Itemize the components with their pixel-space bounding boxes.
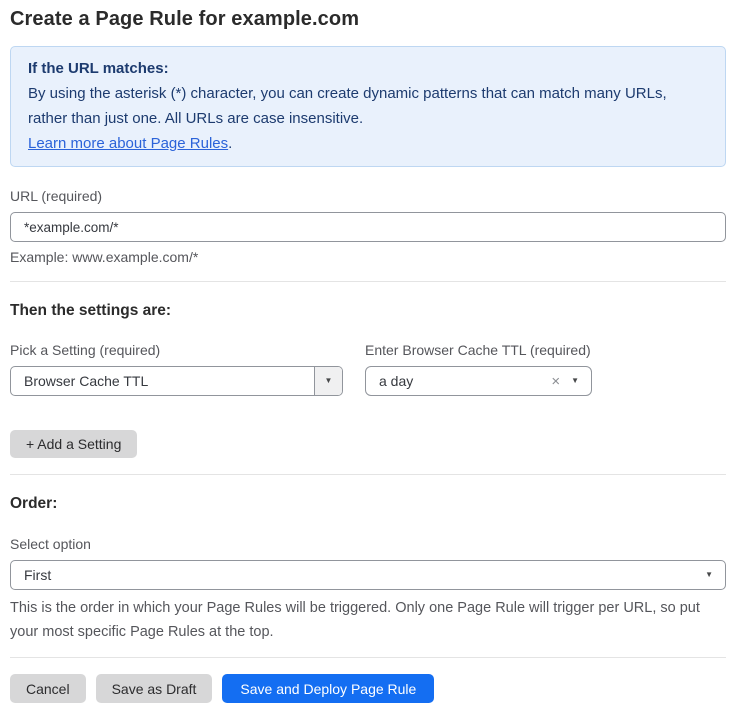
clear-icon[interactable]: × [551,374,571,389]
ttl-picker-column: Enter Browser Cache TTL (required) a day… [365,342,592,396]
learn-more-link[interactable]: Learn more about Page Rules [28,135,228,152]
ttl-picker-label: Enter Browser Cache TTL (required) [365,342,592,358]
ttl-picker-value: a day [366,373,551,389]
order-select-label: Select option [10,536,726,552]
url-input[interactable] [10,212,726,242]
url-match-info-box: If the URL matches: By using the asteris… [10,46,726,167]
section-divider [10,281,726,282]
section-divider [10,474,726,475]
chevron-down-icon: ▼ [571,377,591,385]
create-page-rule-panel: Create a Page Rule for example.com If th… [0,0,736,703]
order-select[interactable]: First ▼ [10,560,726,590]
add-setting-button[interactable]: + Add a Setting [10,430,137,458]
setting-picker-label: Pick a Setting (required) [10,342,343,358]
setting-picker-value: Browser Cache TTL [11,373,314,389]
page-title: Create a Page Rule for example.com [10,8,726,31]
settings-section-heading: Then the settings are: [10,302,726,320]
setting-picker-arrow-button[interactable]: ▼ [314,367,342,395]
link-suffix: . [228,135,232,152]
actions-row: Cancel Save as Draft Save and Deploy Pag… [10,674,726,703]
cancel-button[interactable]: Cancel [10,674,86,703]
info-box-link-line: Learn more about Page Rules. [28,131,708,156]
chevron-down-icon: ▼ [705,571,725,579]
order-help-text: This is the order in which your Page Rul… [10,596,726,644]
order-section-heading: Order: [10,495,726,513]
setting-picker-select[interactable]: Browser Cache TTL ▼ [10,366,343,396]
url-field-label: URL (required) [10,188,726,204]
save-as-draft-button[interactable]: Save as Draft [96,674,213,703]
ttl-picker-select[interactable]: a day × ▼ [365,366,592,396]
settings-row: Pick a Setting (required) Browser Cache … [10,342,726,396]
order-select-value: First [11,567,705,583]
save-and-deploy-button[interactable]: Save and Deploy Page Rule [222,674,434,703]
info-box-body: By using the asterisk (*) character, you… [28,81,708,131]
chevron-down-icon: ▼ [325,377,333,385]
info-box-heading: If the URL matches: [28,56,708,81]
setting-picker-column: Pick a Setting (required) Browser Cache … [10,342,343,396]
url-example-text: Example: www.example.com/* [10,249,726,265]
actions-divider [10,657,726,658]
